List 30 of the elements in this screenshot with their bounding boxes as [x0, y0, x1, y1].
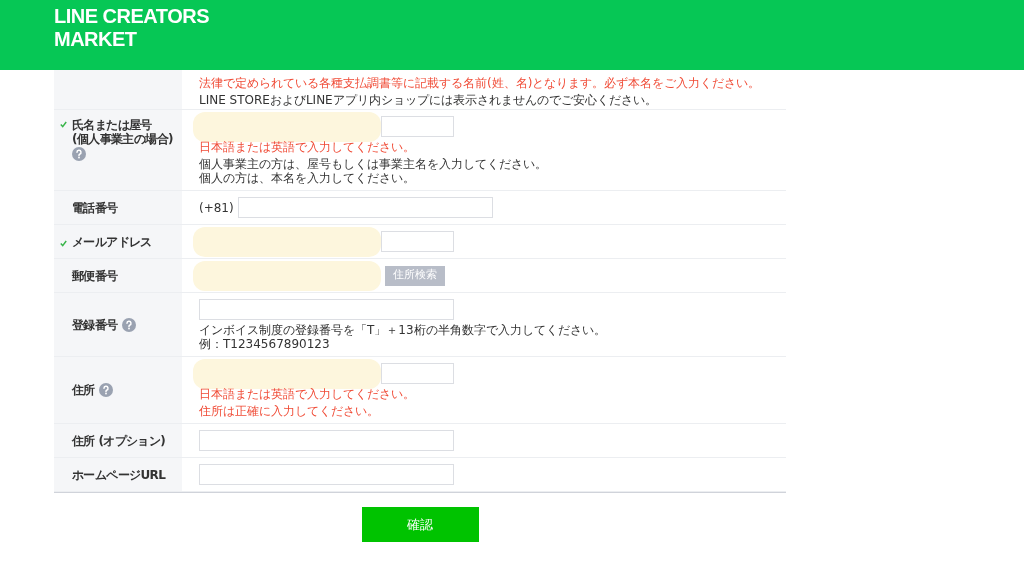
- field-label: 登録番号: [72, 317, 118, 332]
- help-icon[interactable]: [72, 147, 86, 161]
- input-field[interactable]: [199, 430, 454, 451]
- input-field[interactable]: [381, 116, 454, 137]
- help-text: インボイス制度の登録番号を「T」＋13桁の半角数字で入力してください。: [199, 323, 606, 337]
- help-text: LINE STOREおよびLINEアプリ内ショップには表示されませんのでご安心ください。: [199, 93, 658, 107]
- help-icon[interactable]: [121, 317, 136, 332]
- error-message: 日本語または英語で入力してください。: [199, 140, 416, 154]
- field-label: 郵便番号: [72, 268, 118, 283]
- input-field[interactable]: [381, 231, 454, 252]
- input-field[interactable]: [199, 299, 454, 320]
- input-field[interactable]: [199, 464, 454, 485]
- error-message: 日本語または英語で入力してください。: [199, 387, 416, 401]
- field-label: 氏名または屋号 (個人事業主の場合): [72, 118, 173, 146]
- field-label: ホームページURL: [72, 467, 166, 482]
- error-message: 住所は正確に入力してください。: [199, 404, 380, 418]
- help-icon[interactable]: [98, 383, 113, 397]
- input-field[interactable]: [381, 363, 454, 384]
- logo[interactable]: LINE CREATORS MARKET: [54, 5, 209, 51]
- field-label: 住所 (オプション): [72, 433, 166, 448]
- input-field[interactable]: [237, 197, 493, 218]
- country-code: (+81): [199, 199, 234, 217]
- field-label: メールアドレス: [72, 234, 152, 249]
- help-text: 個人事業主の方は、屋号もしくは事業主名を入力してください。: [199, 157, 547, 171]
- help-text: 例：T1234567890123: [199, 337, 331, 351]
- confirm-button[interactable]: 確認: [361, 507, 479, 542]
- field-label: 住所: [72, 383, 95, 397]
- error-message: 法律で定められている各種支払調書等に記載する名前(姓、名)となります。必ず本名をご入力ください。: [199, 76, 761, 90]
- field-label: 電話番号: [72, 200, 118, 215]
- help-text: 個人の方は、本名を入力してください。: [199, 171, 416, 185]
